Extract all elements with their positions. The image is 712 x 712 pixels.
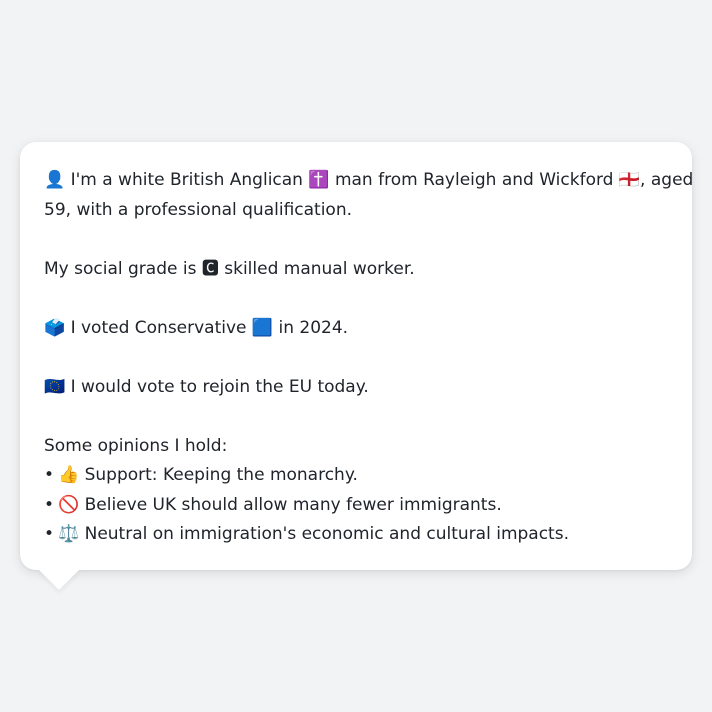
identity-text-c: , aged [640,170,694,190]
vote-text-a: I voted Conservative [65,317,252,338]
opinion-item: • ⚖️ Neutral on immigration's economic an… [44,520,668,550]
identity-line-2: 59, with a professional qualification. [44,199,353,220]
thumbs-up-icon: 👍 [58,465,80,485]
social-grade-text-a: My social grade is [44,258,202,279]
person-icon: 👤 [44,170,66,190]
eu-text: I would vote to rejoin the EU today. [65,376,369,397]
prohibited-icon: 🚫 [58,494,80,515]
grade-c-icon: 🅲 [201,258,219,279]
bullet-icon: • [44,494,55,515]
eu-line: 🇪🇺 I would vote to rejoin the EU today. [44,373,668,403]
vote-text-b: in 2024. [273,317,349,338]
social-grade-line: My social grade is 🅲 skilled manual work… [44,255,668,285]
opinion-text: Neutral on immigration's economic and cu… [79,524,569,544]
social-grade-text-b: skilled manual worker. [218,258,415,279]
bullet-icon: • [44,465,55,485]
eu-flag-icon: 🇪🇺 [44,376,66,397]
opinion-item: • 👍 Support: Keeping the monarchy. [44,461,668,491]
cross-icon: ✝️ [308,170,330,190]
identity-line-1: 👤 I'm a white British Anglican ✝️ man fr… [44,166,693,196]
england-flag-icon: 🏴󠁧󠁢󠁥󠁮󠁧󠁿 [618,170,641,190]
opinion-text: Believe UK should allow many fewer immig… [79,494,502,515]
persona-message-bubble: 👤 I'm a white British Anglican ✝️ man fr… [20,142,693,570]
bubble-tail [38,569,80,590]
identity-text-b: man from Rayleigh and Wickford [329,170,619,190]
blue-square-icon: 🟦 [251,317,274,338]
bullet-icon: • [44,524,55,544]
identity-text-a: I'm a white British Anglican [65,170,309,190]
opinions-heading: Some opinions I hold: [44,435,228,456]
opinion-item: • 🚫 Believe UK should allow many fewer im… [44,491,668,521]
balance-scale-icon: ⚖️ [58,524,80,544]
ballot-box-icon: 🗳️ [44,317,66,338]
opinion-text: Support: Keeping the monarchy. [79,465,358,485]
vote-line: 🗳️ I voted Conservative 🟦 in 2024. [44,314,668,344]
